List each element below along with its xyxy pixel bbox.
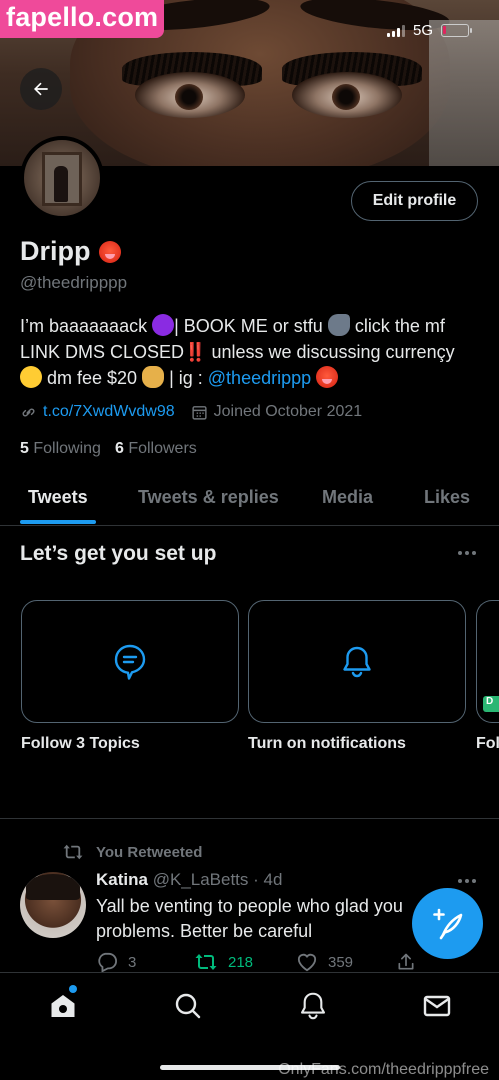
notifications-icon — [301, 992, 325, 1020]
more-options-icon[interactable] — [458, 551, 476, 555]
setup-card-notifications[interactable] — [248, 600, 466, 723]
nav-notifications[interactable] — [298, 991, 328, 1021]
search-icon — [175, 993, 201, 1019]
double-exclamation-icon: ‼️ — [184, 342, 207, 362]
nav-home[interactable] — [48, 991, 78, 1021]
setup-card-topics-label: Follow 3 Topics — [21, 735, 140, 752]
setup-card-topics[interactable] — [21, 600, 239, 723]
followers-link[interactable]: 6 Followers — [115, 440, 197, 458]
like-button[interactable]: 359 — [296, 952, 353, 972]
tab-tweets-replies[interactable]: Tweets & replies — [138, 487, 279, 508]
status-bar: 5G — [386, 22, 472, 39]
tweet-author-name[interactable]: Katina — [96, 870, 148, 889]
topic-bubble-icon — [114, 644, 146, 680]
following-link[interactable]: 5 Following — [20, 440, 101, 458]
profile-website-link[interactable]: t.co/7XwdWvdw98 — [43, 403, 175, 421]
tweet-time: · 4d — [253, 870, 283, 889]
retweet-button[interactable]: 218 — [194, 952, 253, 972]
retweet-context: You Retweeted — [62, 843, 202, 861]
bio-text: | BOOK ME or stfu — [174, 316, 328, 336]
eye-roll-emoji-icon — [20, 366, 42, 388]
calendar-icon — [192, 405, 207, 420]
banner-eye-right — [292, 72, 402, 118]
battery-icon — [441, 24, 472, 37]
compose-tweet-button[interactable] — [412, 888, 483, 959]
retweet-active-icon — [195, 954, 217, 970]
reply-button[interactable]: 3 — [96, 952, 136, 972]
network-label: 5G — [412, 22, 433, 39]
link-icon — [22, 408, 35, 416]
site-watermark: fapello.com — [0, 0, 165, 38]
bio-mention-link[interactable]: @theedrippp — [208, 368, 311, 388]
signal-icon — [386, 24, 405, 37]
bio-text: dm fee $20 — [42, 368, 138, 388]
compose-feather-icon — [432, 908, 462, 939]
setup-title: Let’s get you set up — [20, 542, 217, 565]
arrow-left-icon — [34, 82, 48, 96]
tweet-author-handle: @K_LaBetts — [152, 870, 249, 889]
speaking-head-emoji-icon — [327, 314, 350, 336]
tab-media[interactable]: Media — [322, 487, 373, 508]
bio-text: | ig : — [164, 368, 208, 388]
active-tab-indicator — [20, 520, 96, 524]
hot-face-emoji-icon — [316, 366, 339, 388]
tweet-more-icon[interactable] — [458, 879, 476, 883]
joined-date: Joined October 2021 — [213, 403, 363, 420]
tweet-author-avatar[interactable] — [20, 872, 86, 938]
home-icon — [51, 995, 75, 1017]
profile-name-row: Dripp — [20, 236, 121, 267]
share-icon — [398, 953, 414, 970]
edit-profile-button[interactable]: Edit profile — [351, 181, 478, 221]
bio-text: I’m baaaaaaack — [20, 316, 153, 336]
home-notification-dot — [69, 985, 77, 993]
tweet-text: Yall be venting to people who glad you p… — [96, 896, 403, 941]
banner-eye-left — [135, 72, 245, 118]
profile-bio: I’m baaaaaaack | BOOK ME or stfu click t… — [20, 313, 480, 391]
share-button[interactable] — [396, 952, 416, 972]
profile-tabs: Tweets Tweets & replies Media Likes — [0, 470, 499, 526]
retweet-icon — [63, 844, 83, 860]
nav-messages[interactable] — [422, 991, 452, 1021]
devil-emoji-icon — [152, 314, 175, 336]
reply-icon — [98, 952, 117, 972]
profile-name: Dripp — [20, 236, 91, 266]
tweet-header: Katina @K_LaBetts · 4d — [96, 870, 282, 890]
banner-car-window — [429, 20, 499, 166]
bio-text: unless we discussing currençy — [206, 342, 455, 362]
profile-handle: @theedripppp — [20, 273, 128, 292]
follow-counts: 5 Following 6 Followers — [20, 440, 197, 458]
heart-icon — [297, 953, 317, 972]
setup-card-notifications-label: Turn on notifications — [248, 735, 406, 752]
hot-face-emoji-icon — [98, 240, 121, 263]
profile-meta: t.co/7XwdWvdw98 Joined October 2021 — [20, 403, 362, 421]
back-button[interactable] — [20, 68, 62, 110]
messages-icon — [423, 995, 451, 1017]
tab-tweets[interactable]: Tweets — [28, 487, 88, 508]
bell-icon — [343, 646, 371, 677]
money-bag-emoji-icon — [142, 366, 165, 388]
partial-card-tag: D — [483, 696, 499, 712]
retweet-context-label: You Retweeted — [96, 843, 203, 861]
profile-avatar[interactable] — [20, 136, 104, 220]
setup-card-partial-label: Fol — [476, 735, 499, 752]
section-divider — [0, 818, 499, 819]
footer-watermark: OnlyFans.com/theedripppfree — [278, 1061, 489, 1078]
tab-likes[interactable]: Likes — [424, 487, 470, 508]
bottom-navigation: OnlyFans.com/theedripppfree — [0, 972, 499, 1080]
nav-search[interactable] — [173, 991, 203, 1021]
